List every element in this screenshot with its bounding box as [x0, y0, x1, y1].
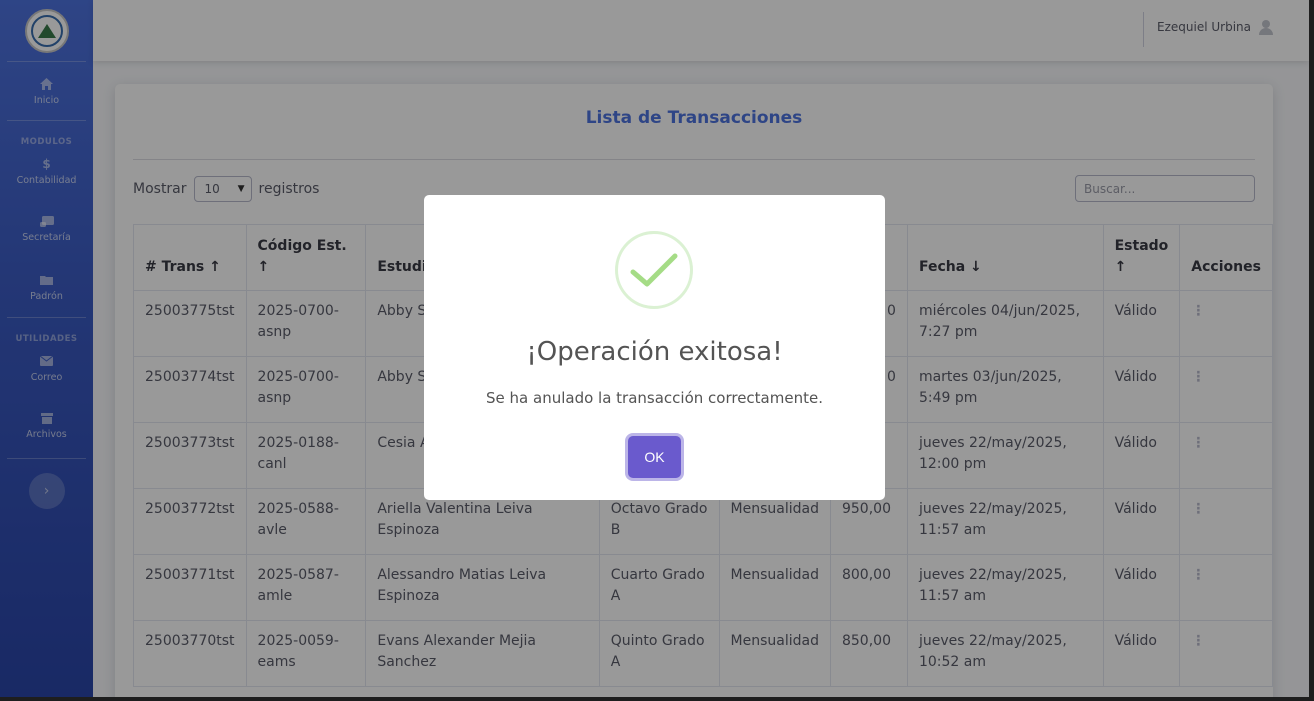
dialog-title: ¡Operación exitosa! [526, 337, 783, 367]
checkmark-icon [615, 231, 693, 309]
dialog-message: Se ha anulado la transacción correctamen… [486, 389, 823, 407]
ok-button[interactable]: OK [628, 436, 681, 478]
success-dialog: ¡Operación exitosa! Se ha anulado la tra… [424, 195, 885, 500]
